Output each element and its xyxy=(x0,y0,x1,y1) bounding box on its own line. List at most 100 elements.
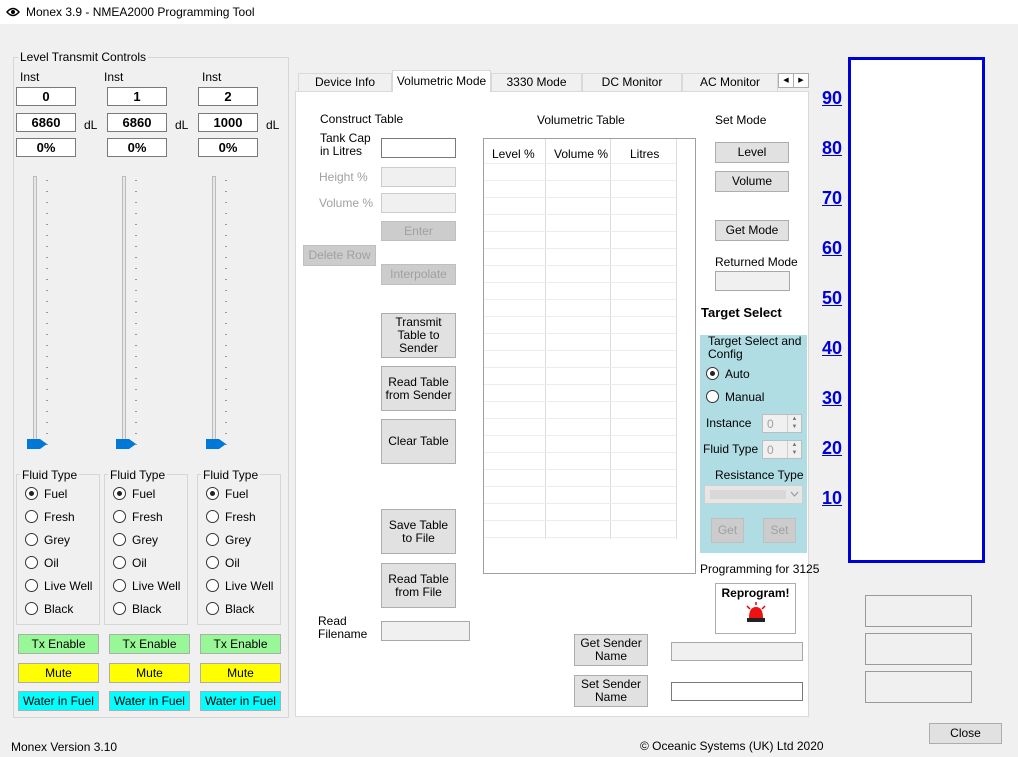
tank-cap-input[interactable] xyxy=(381,138,456,158)
set-target-button[interactable]: Set xyxy=(763,518,796,543)
get-mode-button[interactable]: Get Mode xyxy=(715,220,789,241)
col-litres: Litres xyxy=(630,147,660,161)
mute-button[interactable]: Mute xyxy=(109,663,190,683)
tx-enable-button[interactable]: Tx Enable xyxy=(200,634,281,654)
returned-mode-field xyxy=(715,271,790,291)
tab-3330-mode[interactable]: 3330 Mode xyxy=(491,73,582,91)
mute-button[interactable]: Mute xyxy=(18,663,99,683)
resistance-type-label: Resistance Type xyxy=(715,468,804,482)
read-table-sender-button[interactable]: Read Table from Sender xyxy=(381,366,456,411)
water-in-fuel-button[interactable]: Water in Fuel xyxy=(109,691,190,711)
water-in-fuel-button[interactable]: Water in Fuel xyxy=(18,691,99,711)
scale-label-10: 10 xyxy=(822,488,843,508)
col-level: Level % xyxy=(492,147,535,161)
col-volume: Volume % xyxy=(554,147,609,161)
transmit-table-button[interactable]: Transmit Table to Sender xyxy=(381,313,456,358)
resistance-type-dropdown[interactable] xyxy=(704,485,803,504)
read-filename-field[interactable] xyxy=(381,621,470,641)
scale-label-90: 90 xyxy=(822,88,843,108)
tx-enable-button[interactable]: Tx Enable xyxy=(109,634,190,654)
tab-volumetric-mode[interactable]: Volumetric Mode xyxy=(392,70,491,92)
tab-ac-monitor[interactable]: AC Monitor xyxy=(682,73,778,91)
volume-input[interactable] xyxy=(381,193,456,213)
slider-ticks xyxy=(135,180,137,452)
get-target-button[interactable]: Get xyxy=(711,518,744,543)
read-filename-label: Read Filename xyxy=(318,614,368,641)
returned-mode-label: Returned Mode xyxy=(715,255,798,269)
reprogram-button[interactable]: Reprogram! xyxy=(715,583,796,634)
slider-ticks xyxy=(225,180,227,452)
tab-device-info[interactable]: Device Info xyxy=(298,73,392,91)
target-config-title: Target Select and Config xyxy=(708,334,802,361)
slider-thumb-icon[interactable] xyxy=(205,438,227,450)
chevron-down-icon xyxy=(790,491,799,497)
set-sender-name-field[interactable] xyxy=(671,682,803,701)
level-slider-track-1[interactable] xyxy=(122,176,126,448)
reprogram-label: Reprogram! xyxy=(721,586,790,600)
volume-label: Volume % xyxy=(319,196,374,210)
instance-label: Instance xyxy=(706,416,752,430)
inst-label: Inst xyxy=(20,70,40,84)
fluid-type-title: Fluid Type xyxy=(201,468,261,482)
volumetric-table[interactable]: Level % Volume % Litres xyxy=(483,138,696,574)
tab-scroll-right-icon[interactable]: ▶ xyxy=(794,74,808,87)
slider-thumb-icon[interactable] xyxy=(26,438,48,450)
level-slider-track-2[interactable] xyxy=(212,176,216,448)
status-box-1 xyxy=(865,595,972,627)
scale-label-50: 50 xyxy=(822,288,843,308)
construct-table-title: Construct Table xyxy=(320,112,404,126)
status-box-3 xyxy=(865,671,972,703)
spinner-arrows-icon[interactable]: ▲ ▼ xyxy=(787,415,801,432)
level-slider-track-0[interactable] xyxy=(33,176,37,448)
percent-value-0: 0% xyxy=(16,138,76,157)
water-in-fuel-button[interactable]: Water in Fuel xyxy=(200,691,281,711)
tx-enable-button[interactable]: Tx Enable xyxy=(18,634,99,654)
spinner-arrows-icon[interactable]: ▲ ▼ xyxy=(787,441,801,458)
scale-label-20: 20 xyxy=(822,438,843,458)
level-value-2[interactable]: 1000 xyxy=(198,113,258,132)
slider-thumb-icon[interactable] xyxy=(115,438,137,450)
tank-cap-label: Tank Cap in Litres xyxy=(320,131,371,158)
read-table-file-button[interactable]: Read Table from File xyxy=(381,563,456,608)
clear-table-button[interactable]: Clear Table xyxy=(381,419,456,464)
fluid-type-spinner[interactable]: 0 ▲ ▼ xyxy=(762,440,802,459)
set-sender-name-button[interactable]: Set Sender Name xyxy=(574,675,648,707)
enter-button[interactable]: Enter xyxy=(381,221,456,241)
height-input[interactable] xyxy=(381,167,456,187)
fluid-type-title: Fluid Type xyxy=(108,468,168,482)
scale-label-30: 30 xyxy=(822,388,843,408)
level-mode-button[interactable]: Level xyxy=(715,142,789,163)
close-button[interactable]: Close xyxy=(929,723,1002,744)
inst-value-1[interactable]: 1 xyxy=(107,87,167,106)
level-gauge xyxy=(848,57,985,563)
volume-mode-button[interactable]: Volume xyxy=(715,171,789,192)
inst-label: Inst xyxy=(104,70,124,84)
dl-unit-label: dL xyxy=(175,118,189,132)
level-value-1[interactable]: 6860 xyxy=(107,113,167,132)
slider-ticks xyxy=(46,180,48,452)
level-value-0[interactable]: 6860 xyxy=(16,113,76,132)
dl-unit-label: dL xyxy=(84,118,98,132)
inst-value-2[interactable]: 2 xyxy=(198,87,258,106)
mute-button[interactable]: Mute xyxy=(200,663,281,683)
window-title: Monex 3.9 - NMEA2000 Programming Tool xyxy=(26,5,255,19)
scale-label-70: 70 xyxy=(822,188,843,208)
status-box-2 xyxy=(865,633,972,665)
tab-scroll-left-icon[interactable]: ◀ xyxy=(779,74,794,87)
scale-label-40: 40 xyxy=(822,338,843,358)
tab-dc-monitor[interactable]: DC Monitor xyxy=(582,73,682,91)
percent-value-2: 0% xyxy=(198,138,258,157)
get-sender-name-button[interactable]: Get Sender Name xyxy=(574,634,648,666)
fluid-type-label-target: Fluid Type xyxy=(703,442,759,456)
instance-spinner[interactable]: 0 ▲ ▼ xyxy=(762,414,802,433)
target-select-title: Target Select xyxy=(701,305,782,320)
save-table-button[interactable]: Save Table to File xyxy=(381,509,456,554)
interpolate-button[interactable]: Interpolate xyxy=(381,264,456,285)
level-transmit-title: Level Transmit Controls xyxy=(18,50,149,64)
title-bar: Monex 3.9 - NMEA2000 Programming Tool xyxy=(0,0,1018,24)
delete-row-button[interactable]: Delete Row xyxy=(303,245,376,266)
inst-value-0[interactable]: 0 xyxy=(16,87,76,106)
scale-label-80: 80 xyxy=(822,138,843,158)
volumetric-table-title: Volumetric Table xyxy=(537,113,625,127)
tab-scroll-buttons[interactable]: ◀ ▶ xyxy=(778,73,809,88)
